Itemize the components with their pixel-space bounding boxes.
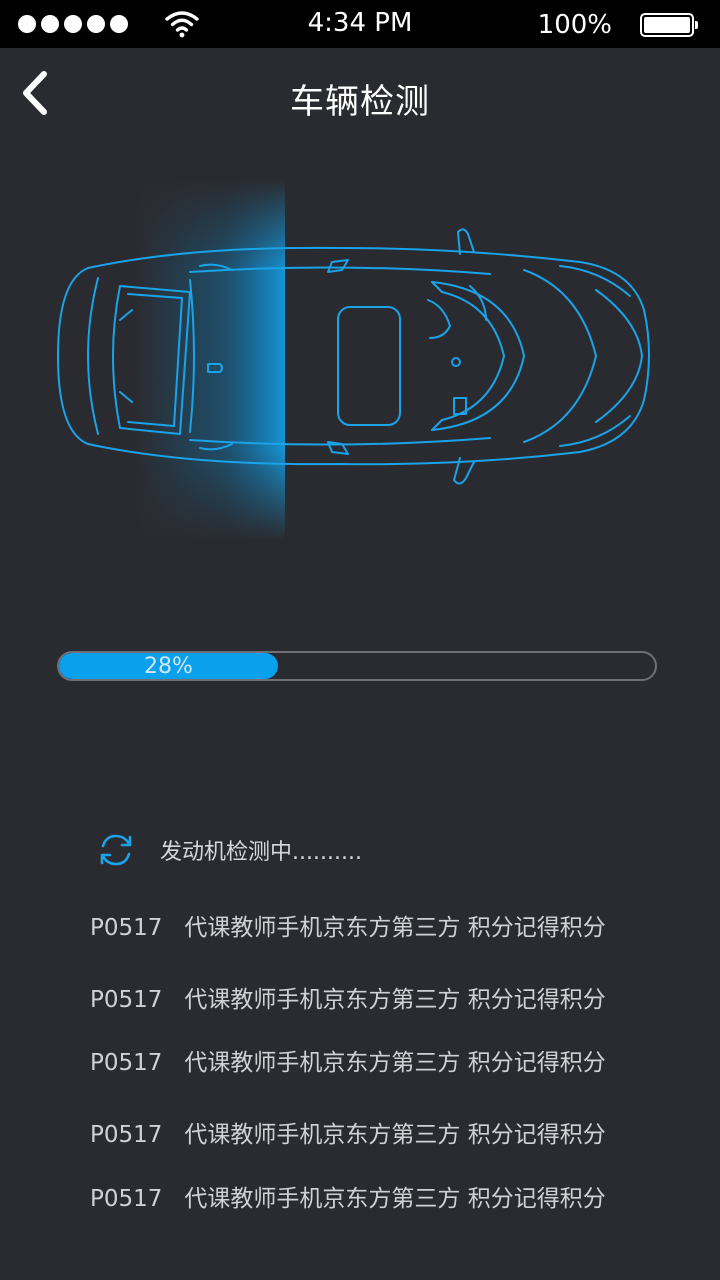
list-item: P0517 代课教师手机京东方第三方 积分记得积分: [90, 908, 606, 942]
refresh-icon: [100, 834, 132, 866]
car-outline-graphic: [57, 180, 650, 540]
fault-code: P0517: [90, 1122, 163, 1148]
fault-code: P0517: [90, 1050, 163, 1076]
fault-description: 代课教师手机京东方第三方 积分记得积分: [184, 1186, 606, 1212]
progress-bar: 28%: [57, 651, 657, 681]
status-bar: 4:34 PM 100%: [0, 0, 720, 48]
battery-icon: [640, 13, 698, 37]
progress-label: 28%: [144, 653, 193, 679]
list-item: P0517 代课教师手机京东方第三方 积分记得积分: [90, 980, 606, 1014]
page-title: 车辆检测: [290, 82, 430, 122]
fault-description: 代课教师手机京东方第三方 积分记得积分: [184, 1050, 606, 1076]
battery-percent: 100%: [537, 10, 612, 40]
fault-description: 代课教师手机京东方第三方 积分记得积分: [184, 915, 606, 941]
detection-status-text: 发动机检测中..........: [160, 840, 362, 865]
fault-code: P0517: [90, 915, 163, 941]
fault-code: P0517: [90, 987, 163, 1013]
list-item: P0517 代课教师手机京东方第三方 积分记得积分: [90, 1043, 606, 1077]
fault-description: 代课教师手机京东方第三方 积分记得积分: [184, 987, 606, 1013]
fault-code: P0517: [90, 1186, 163, 1212]
fault-description: 代课教师手机京东方第三方 积分记得积分: [184, 1122, 606, 1148]
list-item: P0517 代课教师手机京东方第三方 积分记得积分: [90, 1115, 606, 1149]
status-time: 4:34 PM: [307, 8, 413, 38]
detection-status: 发动机检测中..........: [96, 830, 362, 870]
car-scan-illustration: [40, 170, 680, 550]
list-item: P0517 代课教师手机京东方第三方 积分记得积分: [90, 1179, 606, 1213]
